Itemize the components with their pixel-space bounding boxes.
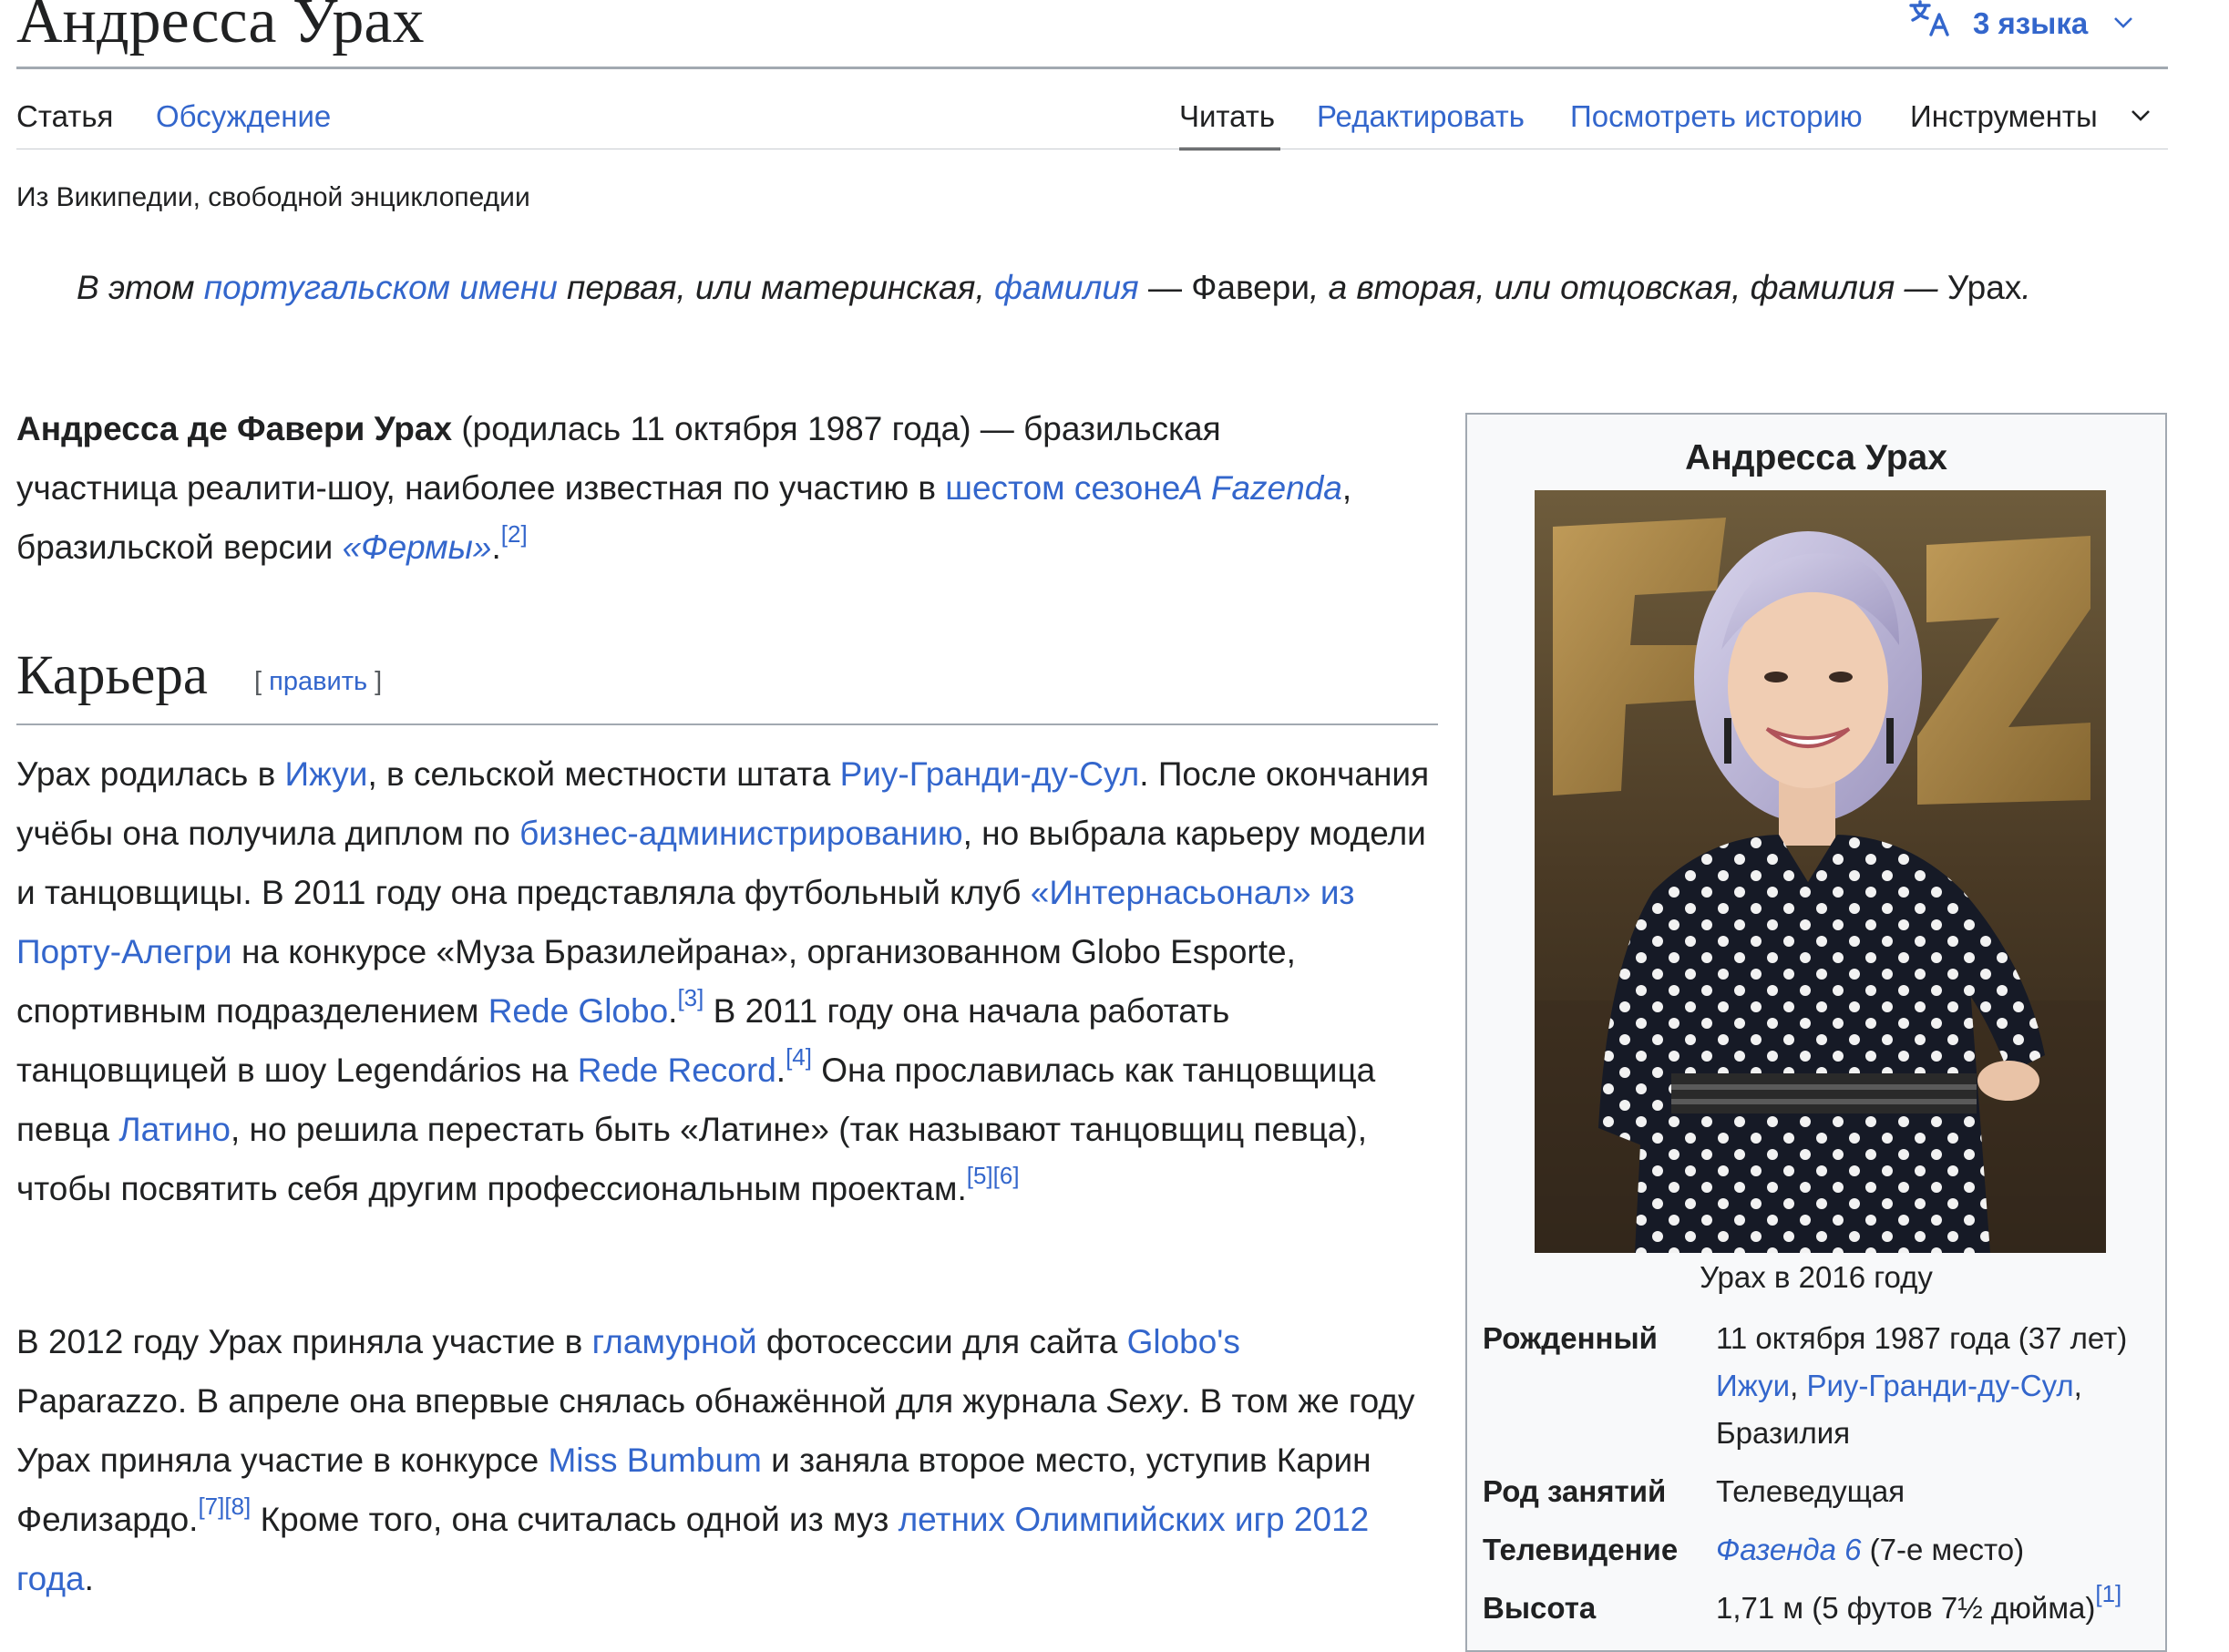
link-rio-grande-do-sul[interactable]: Риу-Гранди-ду-Сул — [1806, 1369, 2073, 1402]
link-rede-record[interactable]: Rede Record — [578, 1052, 776, 1089]
translate-icon — [1909, 0, 1953, 47]
hatnote-link-portuguese-name[interactable]: португальском имени — [204, 269, 558, 306]
bracket: [ — [254, 667, 270, 696]
page-title: Андресса Урах — [16, 0, 425, 56]
infobox-label: Высота — [1483, 1591, 1597, 1625]
site-tagline: Из Википедии, свободной энциклопедии — [16, 182, 530, 212]
tab-talk[interactable]: Обсуждение — [156, 98, 331, 135]
text: фотосессии для сайта — [756, 1323, 1127, 1360]
link-sixth-season[interactable]: шестом сезоне — [945, 469, 1180, 507]
chevron-down-icon[interactable] — [2131, 98, 2151, 129]
text: . — [84, 1560, 94, 1597]
language-selector-button[interactable]: 3 языка — [1909, 0, 2133, 47]
separator: , — [1790, 1369, 1807, 1402]
reference-link[interactable]: [7] — [198, 1493, 224, 1520]
text: . — [776, 1052, 786, 1089]
separator: , — [2073, 1369, 2082, 1402]
hatnote-text: В этом — [77, 269, 204, 306]
lead-paragraph: Андресса де Фавери Урах (родилась 11 окт… — [16, 399, 1365, 577]
subject-name: Андресса де Фавери Урах — [16, 410, 453, 447]
infobox-value: 1,71 м (5 футов 7½ дюйма)[1] — [1716, 1582, 2162, 1632]
infobox-value: Фазенда 6 (7-е место) — [1716, 1526, 2162, 1574]
link-a-fazenda[interactable]: A Fazenda — [1180, 469, 1342, 507]
title-divider — [16, 67, 2168, 69]
infobox: Андресса Урах Урах в 2016 году Рожденный… — [1465, 413, 2167, 1652]
link-latino[interactable]: Латино — [118, 1111, 231, 1148]
career-paragraph-2: В 2012 году Урах приняла участие в гламу… — [16, 1312, 1420, 1608]
birth-place: Ижуи, Риу-Гранди-ду-Сул, — [1716, 1362, 2162, 1410]
link-miss-bumbum[interactable]: Miss Bumbum — [548, 1442, 761, 1479]
hatnote: В этом португальском имени первая, или м… — [77, 259, 2109, 317]
section-edit-link: [ править ] — [254, 667, 382, 697]
link-farm[interactable]: «Фермы» — [343, 528, 492, 566]
reference-link[interactable]: [4] — [786, 1043, 812, 1071]
hatnote-text: — — [1138, 269, 1192, 306]
reference-link[interactable]: [8] — [224, 1493, 251, 1520]
hatnote-bold-mother-name: Фавери — [1191, 269, 1310, 306]
text: Фазенда 6 — [1716, 1533, 1862, 1566]
link-fazenda-6[interactable]: Фазенда 6 — [1716, 1533, 1861, 1566]
tab-tools[interactable]: Инструменты — [1910, 98, 2098, 135]
link-globos[interactable]: Globo's — [1127, 1323, 1240, 1360]
hatnote-text: . — [2021, 269, 2031, 306]
section-divider — [16, 723, 1438, 725]
infobox-value: Телеведущая — [1716, 1474, 1905, 1508]
infobox-value: 11 октября 1987 года (37 лет) Ижуи, Риу-… — [1716, 1315, 2162, 1457]
text: (7-е место) — [1861, 1533, 2025, 1566]
reference-link[interactable]: [1] — [2095, 1580, 2121, 1607]
text: В 2012 году Урах приняла участие в — [16, 1323, 592, 1360]
text: 1,71 м (5 футов 7½ дюйма) — [1716, 1591, 2096, 1625]
infobox-row-born: Рожденный 11 октября 1987 года (37 лет) … — [1483, 1315, 2157, 1461]
link-rede-globo[interactable]: Rede Globo — [488, 992, 668, 1030]
link-ijui[interactable]: Ижуи — [285, 755, 368, 793]
link-business-administration[interactable]: бизнес-администрированию — [519, 815, 963, 852]
edit-section-button[interactable]: править — [269, 667, 367, 696]
text: Кроме того, она считалась одной из муз — [251, 1501, 899, 1538]
link-rio-grande-do-sul[interactable]: Риу-Гранди-ду-Сул — [840, 755, 1140, 793]
tab-history[interactable]: Посмотреть историю — [1570, 98, 1863, 135]
section-heading-career: Карьера — [16, 645, 208, 706]
link-glamour[interactable]: гламурной — [592, 1323, 757, 1360]
text: , в сельской местности штата — [367, 755, 840, 793]
tab-article[interactable]: Статья — [16, 98, 113, 135]
chevron-down-icon — [2113, 5, 2133, 36]
hatnote-link-surname[interactable]: фамилия — [994, 269, 1139, 306]
hatnote-bold-father-name: Урах — [1947, 269, 2022, 306]
infobox-label: Рожденный — [1483, 1321, 1658, 1355]
reference-link[interactable]: [2] — [501, 520, 528, 548]
infobox-title: Андресса Урах — [1685, 438, 1947, 477]
birth-date: 11 октября 1987 года (37 лет) — [1716, 1321, 2128, 1355]
bracket: ] — [367, 667, 383, 696]
infobox-caption: Урах в 2016 году — [1700, 1260, 1933, 1294]
tab-read[interactable]: Читать — [1179, 98, 1275, 135]
text: A Fazenda — [1180, 469, 1342, 507]
text: . — [491, 528, 501, 566]
hatnote-text: первая, или материнская, — [557, 269, 995, 306]
birth-country: Бразилия — [1716, 1416, 1851, 1450]
text: Урах родилась в — [16, 755, 285, 793]
text: . — [668, 992, 678, 1030]
text: «Фермы» — [342, 528, 492, 566]
hatnote-text: , а вторая, или отцовская, фамилия — — [1310, 269, 1947, 306]
career-paragraph-1: Урах родилась в Ижуи, в сельской местнос… — [16, 744, 1438, 1218]
reference-link[interactable]: [6] — [993, 1162, 1020, 1189]
text: Paparazzo. В апреле она впервые снялась … — [16, 1382, 1106, 1420]
magazine-name: Sexy — [1105, 1382, 1181, 1420]
language-count: 3 языка — [1973, 6, 2089, 40]
infobox-label: Телевидение — [1483, 1533, 1679, 1566]
infobox-photo[interactable] — [1535, 490, 2106, 1253]
tab-edit[interactable]: Редактировать — [1317, 98, 1525, 135]
link-ijui[interactable]: Ижуи — [1716, 1369, 1790, 1402]
infobox-label: Род занятий — [1483, 1474, 1667, 1508]
reference-link[interactable]: [3] — [677, 984, 704, 1011]
reference-link[interactable]: [5] — [967, 1162, 993, 1189]
